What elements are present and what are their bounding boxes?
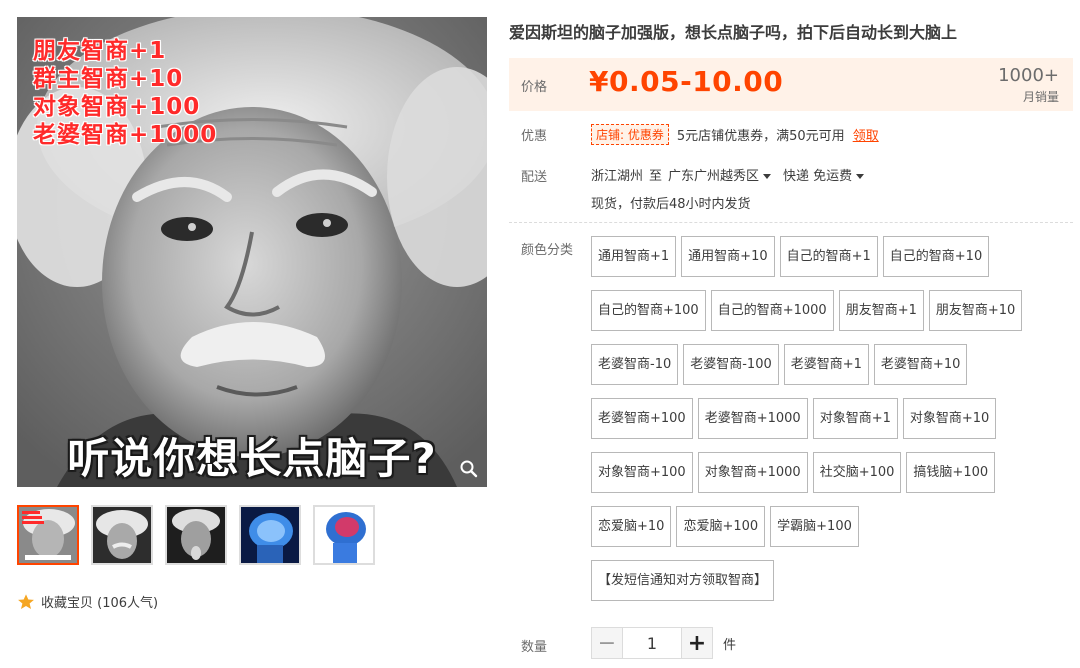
sku-option[interactable]: 通用智商+10 xyxy=(681,236,775,277)
sku-option[interactable]: 对象智商+1 xyxy=(812,398,898,439)
overlay-text: 朋友智商+1 群主智商+10 对象智商+100 老婆智商+1000 xyxy=(32,37,218,149)
sales-label: 月销量 xyxy=(1022,90,1059,104)
origin-location: 浙江湖州 xyxy=(591,169,644,184)
to-text: 至 xyxy=(649,169,663,184)
quantity-unit: 件 xyxy=(723,637,737,653)
sku-option[interactable]: 自己的智商+10 xyxy=(882,236,990,277)
thumbnail-strip xyxy=(17,505,375,565)
destination-text: 广东广州越秀区 xyxy=(668,169,760,184)
quantity-stepper: − + 件 xyxy=(591,627,736,659)
sku-option[interactable]: 自己的智商+1 xyxy=(779,236,878,277)
sku-options: 通用智商+1 通用智商+10 自己的智商+1 自己的智商+10 自己的智商+10… xyxy=(591,236,1051,614)
price-value: ¥0.05-10.00 xyxy=(589,65,784,98)
sku-row: 【发短信通知对方领取智商】 xyxy=(591,560,1051,601)
sku-option[interactable]: 搞钱脑+100 xyxy=(906,452,996,493)
favorite-button[interactable]: 收藏宝贝 (106人气) xyxy=(17,592,158,611)
price-panel: 价格 ¥0.05-10.00 1000+ 月销量 xyxy=(509,58,1073,111)
sku-row: 自己的智商+100 自己的智商+1000 朋友智商+1 朋友智商+10 xyxy=(591,290,1051,331)
thumbnail-image xyxy=(19,507,77,563)
sku-option[interactable]: 学霸脑+100 xyxy=(770,506,859,547)
thumbnail-image xyxy=(167,507,225,563)
divider xyxy=(509,222,1073,223)
sku-option[interactable]: 对象智商+10 xyxy=(902,398,997,439)
monthly-sales: 1000+ 月销量 xyxy=(998,65,1059,105)
thumbnail-einstein-tongue[interactable] xyxy=(165,505,227,565)
overlay-line: 群主智商+10 xyxy=(32,66,184,93)
delivery-row: 浙江湖州 至 广东广州越秀区 快递 免运费 xyxy=(591,165,876,184)
sku-option[interactable]: 自己的智商+1000 xyxy=(710,290,834,331)
sku-option[interactable]: 【发短信通知对方领取智商】 xyxy=(591,560,775,601)
sku-row: 通用智商+1 通用智商+10 自己的智商+1 自己的智商+10 xyxy=(591,236,1051,277)
image-caption: 听说你想长点脑子? xyxy=(67,434,437,483)
promo-text: 5元店铺优惠券，满50元可用 xyxy=(676,129,845,144)
chevron-down-icon xyxy=(763,174,772,179)
sales-count: 1000+ xyxy=(998,65,1059,86)
thumbnail-blue-brain[interactable] xyxy=(239,505,301,565)
stock-note: 现货，付款后48小时内发货 xyxy=(591,197,751,212)
chevron-down-icon xyxy=(856,174,865,179)
thumbnail-image xyxy=(93,507,151,563)
thumbnail-image xyxy=(241,507,299,563)
overlay-line: 对象智商+100 xyxy=(32,94,201,121)
thumbnail-einstein[interactable] xyxy=(91,505,153,565)
shipping-method-select[interactable]: 快递 免运费 xyxy=(783,165,876,184)
sku-option[interactable]: 朋友智商+1 xyxy=(838,290,924,331)
sku-option[interactable]: 对象智商+1000 xyxy=(697,452,808,493)
thumbnail-color-brain[interactable] xyxy=(313,505,375,565)
sku-option[interactable]: 朋友智商+10 xyxy=(928,290,1023,331)
sku-row: 恋爱脑+10 恋爱脑+100 学霸脑+100 xyxy=(591,506,1051,547)
product-title: 爱因斯坦的脑子加强版，想长点脑子吗，拍下后自动长到大脑上 xyxy=(509,23,958,42)
delivery-label: 配送 xyxy=(521,170,548,185)
coupon-tag: 店铺: 优惠券 xyxy=(591,124,669,145)
zoom-icon[interactable] xyxy=(459,459,479,479)
thumbnail-einstein-meme[interactable] xyxy=(17,505,79,565)
sku-option[interactable]: 恋爱脑+100 xyxy=(676,506,766,547)
quantity-label: 数量 xyxy=(521,640,548,655)
decrease-button[interactable]: − xyxy=(591,627,623,659)
destination-select[interactable]: 广东广州越秀区 xyxy=(668,165,783,184)
thumbnail-image xyxy=(315,507,373,563)
main-product-image[interactable]: 朋友智商+1 群主智商+10 对象智商+100 老婆智商+1000 听说你想长点… xyxy=(17,17,487,487)
overlay-line: 老婆智商+1000 xyxy=(32,122,218,149)
sku-option[interactable]: 老婆智商+1000 xyxy=(697,398,808,439)
sku-row: 老婆智商-10 老婆智商-100 老婆智商+1 老婆智商+10 xyxy=(591,344,1051,385)
promo-label: 优惠 xyxy=(521,129,548,144)
promo-row: 店铺: 优惠券 5元店铺优惠券，满50元可用 领取 xyxy=(591,124,879,145)
sku-label: 颜色分类 xyxy=(521,243,574,258)
quantity-input[interactable] xyxy=(623,627,681,659)
sku-option[interactable]: 老婆智商+100 xyxy=(591,398,693,439)
sku-option[interactable]: 对象智商+100 xyxy=(591,452,693,493)
sku-option[interactable]: 老婆智商+10 xyxy=(873,344,968,385)
sku-option[interactable]: 恋爱脑+10 xyxy=(591,506,672,547)
sku-option[interactable]: 自己的智商+100 xyxy=(591,290,706,331)
overlay-line: 朋友智商+1 xyxy=(32,38,167,65)
sku-option[interactable]: 老婆智商+1 xyxy=(783,344,869,385)
claim-coupon-link[interactable]: 领取 xyxy=(853,125,879,144)
sku-option[interactable]: 社交脑+100 xyxy=(812,452,902,493)
sku-option[interactable]: 老婆智商-10 xyxy=(591,344,679,385)
sku-row: 老婆智商+100 老婆智商+1000 对象智商+1 对象智商+10 xyxy=(591,398,1051,439)
sku-option[interactable]: 老婆智商-100 xyxy=(683,344,779,385)
favorite-label: 收藏宝贝 (106人气) xyxy=(41,596,159,611)
increase-button[interactable]: + xyxy=(681,627,713,659)
sku-option[interactable]: 通用智商+1 xyxy=(591,236,677,277)
shipping-method-text: 快递 免运费 xyxy=(783,169,853,184)
star-icon xyxy=(18,593,34,609)
price-label: 价格 xyxy=(521,80,548,95)
sku-row: 对象智商+100 对象智商+1000 社交脑+100 搞钱脑+100 xyxy=(591,452,1051,493)
